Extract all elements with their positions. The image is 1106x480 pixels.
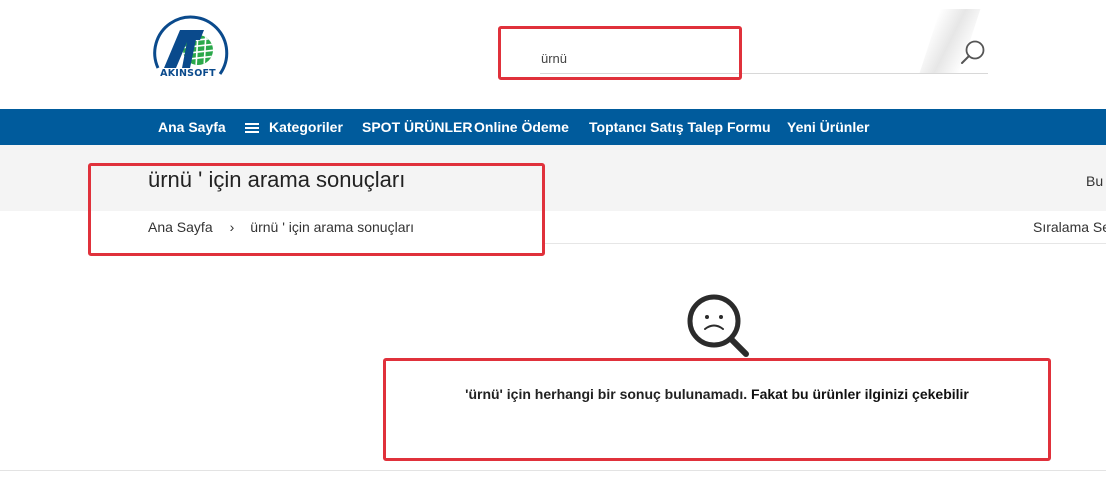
search-underline — [540, 73, 988, 74]
breadcrumb: Ana Sayfa › ürnü ' için arama sonuçları — [148, 219, 414, 235]
nav-item-home[interactable]: Ana Sayfa — [158, 109, 226, 145]
sad-magnifier-icon — [686, 292, 752, 358]
breadcrumb-separator: › — [229, 219, 235, 235]
search-button[interactable] — [956, 37, 990, 71]
logo-mark-icon — [153, 15, 229, 75]
breadcrumb-home-link[interactable]: Ana Sayfa — [148, 219, 213, 235]
footer-divider — [0, 470, 1106, 471]
breadcrumb-divider — [545, 243, 1106, 244]
no-result-text: 'ürnü' için herhangi bir sonuç bulunamad… — [465, 386, 748, 402]
logo-text: AKINSOFT — [160, 68, 216, 79]
main-nav: Ana Sayfa Kategoriler SPOT ÜRÜNLER Onlin… — [0, 109, 1106, 145]
nav-item-new-products[interactable]: Yeni Ürünler — [787, 109, 869, 145]
nav-item-categories[interactable]: Kategoriler — [245, 109, 343, 145]
no-result-message: 'ürnü' için herhangi bir sonuç bulunamad… — [386, 386, 1048, 402]
message-highlight-box — [383, 358, 1051, 461]
nav-item-online-payment[interactable]: Online Ödeme — [474, 109, 569, 145]
nav-item-categories-label: Kategoriler — [269, 119, 343, 135]
search-bar — [500, 9, 990, 79]
hamburger-menu-icon — [245, 123, 259, 133]
page-title: ürnü ' için arama sonuçları — [148, 167, 406, 192]
search-icon — [961, 40, 985, 64]
breadcrumb-current: ürnü ' için arama sonuçları — [250, 219, 415, 235]
akinsoft-logo[interactable]: AKINSOFT — [146, 12, 230, 98]
site-header: AKINSOFT — [0, 0, 1106, 109]
search-input[interactable] — [541, 45, 936, 71]
suggestion-text: Fakat bu ürünler ilginizi çekebilir — [751, 386, 969, 402]
right-truncated-text: Bu — [1086, 173, 1104, 189]
nav-item-spot-products[interactable]: SPOT ÜRÜNLER — [362, 109, 472, 145]
sort-dropdown[interactable]: Sıralama Se — [1033, 219, 1106, 235]
nav-item-wholesale-form[interactable]: Toptancı Satış Talep Formu — [589, 109, 771, 145]
